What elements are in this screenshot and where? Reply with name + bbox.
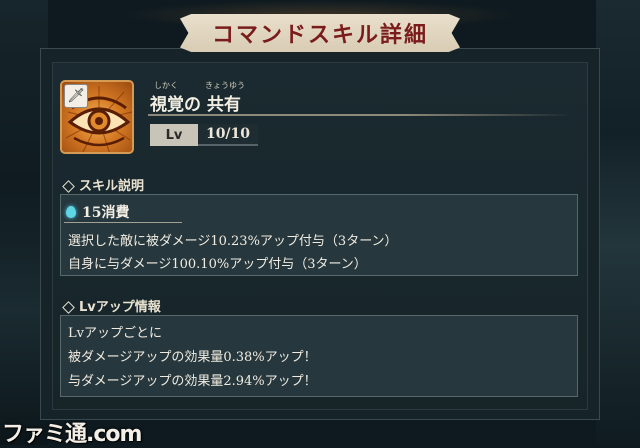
section-heading: Lvアップ情報 <box>79 300 161 315</box>
cost-text: 15消費 <box>82 205 130 221</box>
diamond-icon <box>62 180 75 193</box>
description-line: 自身に与ダメージ100.10%アップ付与（3ターン） <box>68 257 367 272</box>
level-value: 10/10 <box>198 124 258 146</box>
section-lvup-info: Lvアップ情報 <box>62 296 161 315</box>
section-skill-description: スキル説明 <box>62 175 144 194</box>
skill-name: 視覚の 共有 <box>150 95 241 115</box>
sword-icon: 🗡 <box>64 84 88 108</box>
title-banner: コマンドスキル詳細 <box>180 14 460 52</box>
watermark-logo: ファミ通.com <box>2 422 142 447</box>
lvup-line: 被ダメージアップの効果量0.38%アップ！ <box>68 350 317 365</box>
description-line: 選択した敵に被ダメージ10.23%アップ付与（3ターン） <box>68 234 398 249</box>
diamond-icon <box>62 301 75 314</box>
drop-icon <box>66 206 76 218</box>
level-label: Lv <box>150 124 198 146</box>
lvup-line: 与ダメージアップの効果量2.94%アップ！ <box>68 374 317 389</box>
page-title: コマンドスキル詳細 <box>211 23 428 48</box>
eye-icon: 🗡 <box>60 80 134 154</box>
cost-underline <box>64 222 182 223</box>
section-heading: スキル説明 <box>79 179 145 194</box>
cost-row: 15消費 <box>66 202 129 222</box>
background-right <box>596 0 640 445</box>
divider <box>148 114 573 116</box>
lvup-line: Lvアップごとに <box>68 326 162 341</box>
